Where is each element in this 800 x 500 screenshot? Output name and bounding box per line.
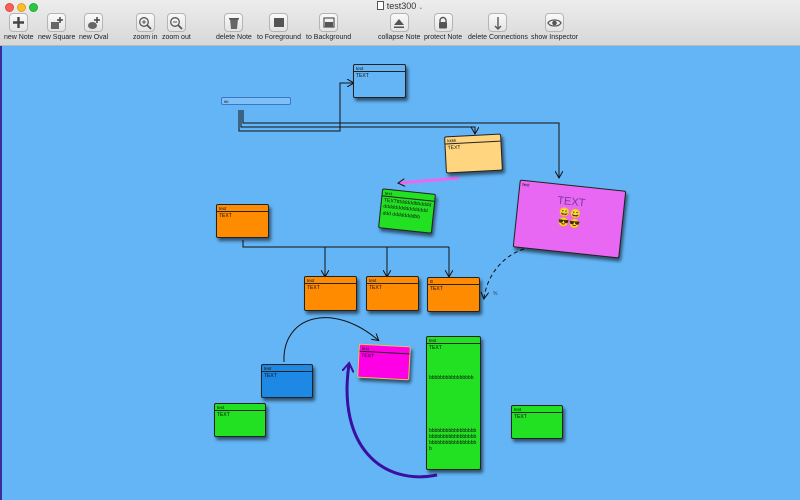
note-green-tall[interactable]: text TEXT bbbbbbbbbbbbbbbb bbbbbbbbbbbbb…	[426, 336, 481, 470]
zoom-in-label: zoom in	[133, 34, 158, 41]
note-body: TEXT	[307, 285, 320, 291]
eye-icon	[545, 13, 565, 32]
note-title: text	[512, 406, 562, 413]
connector-search-to-yellow	[240, 110, 475, 133]
note-title: text	[215, 404, 265, 411]
connector-pink-to-orange-c	[484, 248, 525, 298]
zoom-out-label: zoom out	[162, 34, 191, 41]
stray-label: %	[493, 291, 498, 297]
lock-icon	[433, 13, 453, 32]
note-green-left[interactable]: text TEXT	[214, 403, 266, 437]
search-input[interactable]	[221, 97, 291, 105]
delete-note-button[interactable]: delete Note	[216, 13, 252, 41]
zoom-out-button[interactable]: zoom out	[162, 13, 191, 41]
new-note-label: new Note	[4, 34, 34, 41]
show-inspector-label: show Inspector	[531, 34, 579, 41]
note-body: TEXT	[429, 345, 442, 351]
window-title: test300 ⌄	[0, 1, 800, 11]
zoom-in-icon	[135, 13, 155, 32]
new-square-label: new Square	[38, 34, 76, 41]
note-title: text	[217, 205, 268, 212]
connector-search-to-pink	[242, 110, 559, 177]
note-orange-c[interactable]: B TEXT	[427, 277, 480, 312]
to-background-icon	[319, 13, 339, 32]
note-orange-b[interactable]: text TEXT	[366, 276, 419, 311]
note-body: TEXT	[430, 286, 443, 292]
note-pink-large[interactable]: text TEXT 😀😀 😎😎	[512, 179, 627, 259]
note-body: TEXT	[514, 414, 527, 420]
chevron-down-icon[interactable]: ⌄	[418, 5, 423, 11]
protect-note-label: protect Note	[424, 34, 463, 41]
title-bar: test300 ⌄ new Note new Square new Oval z…	[0, 0, 800, 46]
to-foreground-label: to Foreground	[257, 34, 301, 41]
note-body: TEXT	[219, 213, 232, 219]
connector-yellow-to-green	[399, 176, 460, 183]
new-square-button[interactable]: new Square	[38, 13, 75, 41]
note-title: text	[367, 277, 418, 284]
collapse-icon	[389, 13, 409, 32]
connections-layer	[238, 46, 800, 479]
note-title: text	[427, 337, 480, 344]
note-body: TEXT	[264, 373, 277, 379]
zoom-in-button[interactable]: zoom in	[133, 13, 158, 41]
window-title-text: test300	[386, 1, 417, 11]
note-yellow[interactable]: kkkk TEXT	[444, 133, 503, 174]
note-orange-left[interactable]: text TEXT	[216, 204, 269, 238]
document-icon	[376, 1, 384, 10]
note-title: text	[305, 277, 356, 284]
app-window: test300 ⌄ new Note new Square new Oval z…	[0, 0, 800, 500]
note-magenta[interactable]: text TEXT	[357, 343, 411, 381]
connector-search-to-top-note	[238, 83, 353, 132]
collapse-note-button[interactable]: collapse Note	[378, 13, 420, 41]
note-body: TEXT	[217, 412, 230, 418]
note-canvas[interactable]: text TEXT kkkk TEXT text TEXTtttdddddbbd…	[0, 46, 800, 500]
new-square-icon	[47, 13, 67, 32]
note-title: B	[428, 278, 479, 285]
delete-connections-button[interactable]: delete Connections	[468, 13, 528, 41]
show-inspector-button[interactable]: show Inspector	[531, 13, 578, 41]
note-top-text[interactable]: text TEXT	[353, 64, 406, 98]
note-green-right[interactable]: text TEXT	[511, 405, 563, 439]
to-foreground-icon	[269, 13, 289, 32]
note-body: TEXTtttdddddbbdddd dddddddddddddddd ddd …	[382, 197, 432, 220]
new-oval-label: new Oval	[79, 34, 109, 41]
connector-purple-arc	[347, 364, 438, 479]
to-background-label: to Background	[306, 34, 352, 41]
new-oval-icon	[84, 13, 104, 32]
note-title: text	[354, 65, 405, 72]
note-body: TEXT	[361, 352, 375, 360]
protect-note-button[interactable]: protect Note	[424, 13, 462, 41]
note-green-rotated[interactable]: text TEXTtttdddddbbdddd dddddddddddddddd…	[378, 188, 436, 234]
delete-connections-icon	[488, 13, 508, 32]
new-oval-button[interactable]: new Oval	[79, 13, 108, 41]
to-background-button[interactable]: to Background	[306, 13, 351, 41]
note-body: TEXT	[356, 73, 369, 79]
note-blue[interactable]: text TEXT	[261, 364, 313, 398]
note-orange-a[interactable]: text TEXT	[304, 276, 357, 311]
zoom-out-icon	[166, 13, 186, 32]
delete-connections-label: delete Connections	[468, 34, 528, 41]
to-foreground-button[interactable]: to Foreground	[257, 13, 301, 41]
note-body: TEXT	[369, 285, 382, 291]
delete-note-label: delete Note	[216, 34, 252, 41]
note-title: text	[262, 365, 312, 372]
collapse-note-label: collapse Note	[378, 34, 421, 41]
note-body-mid: bbbbbbbbbbbbbbbb	[429, 375, 474, 382]
connector-orange-to-children	[242, 240, 449, 248]
new-note-button[interactable]: new Note	[4, 13, 34, 41]
trash-icon	[224, 13, 244, 32]
note-body-bottom: bbbbbbbbbbbbbbbbbbbbbbbbbbbbbbbbbbbbbbbb…	[429, 427, 477, 453]
plus-icon	[9, 13, 29, 32]
